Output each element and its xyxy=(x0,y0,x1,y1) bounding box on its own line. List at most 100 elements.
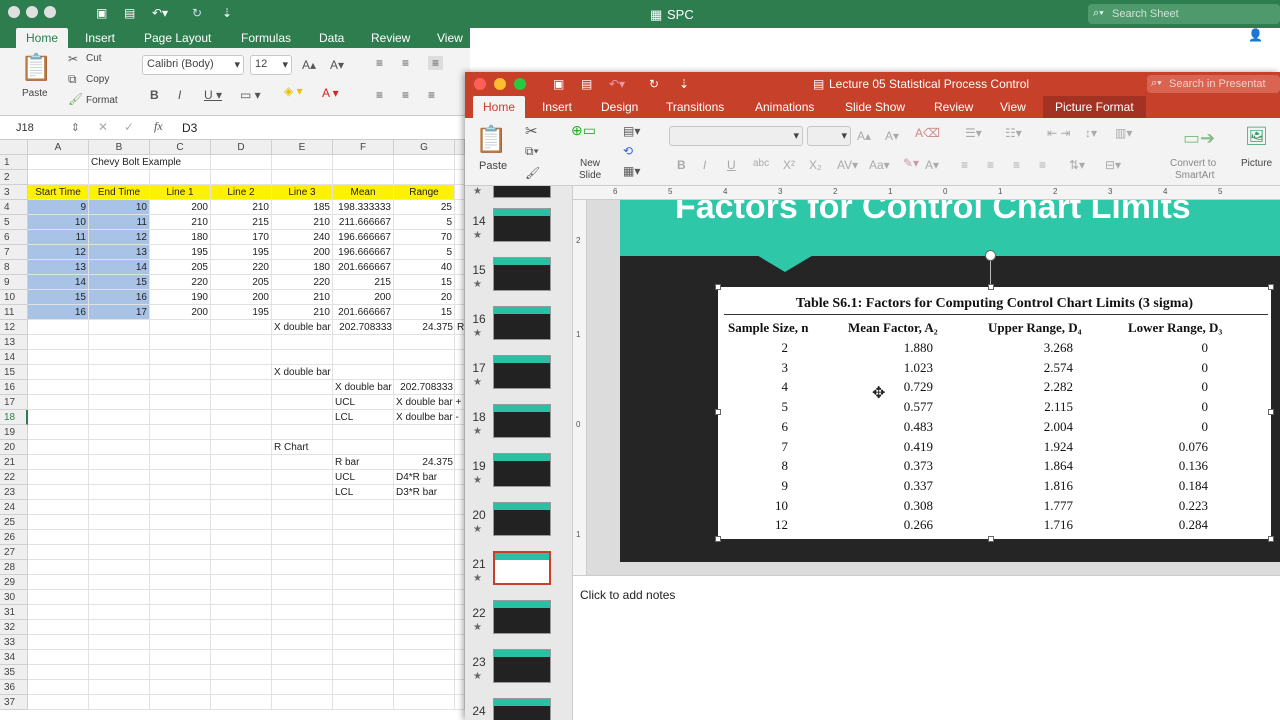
borders-icon[interactable]: ▭ ▾ xyxy=(240,88,261,102)
grid-cell[interactable] xyxy=(28,620,89,635)
font-size-select[interactable]: 12 ▾ xyxy=(250,55,292,75)
grid-cell[interactable] xyxy=(455,260,465,275)
grid-cell[interactable] xyxy=(455,695,465,710)
grid-cell[interactable] xyxy=(150,695,211,710)
font-name-select[interactable]: Calibri (Body) ▾ xyxy=(142,55,244,75)
customize-icon[interactable]: ⇣ xyxy=(679,77,689,91)
data-cell[interactable]: 15 xyxy=(28,290,89,305)
data-cell[interactable]: 195 xyxy=(150,245,211,260)
grid-cell[interactable] xyxy=(272,380,333,395)
grid-cell[interactable] xyxy=(211,590,272,605)
data-cell[interactable]: 200 xyxy=(333,290,394,305)
data-cell[interactable]: 25 xyxy=(394,200,455,215)
grid-cell[interactable] xyxy=(28,440,89,455)
grid-cell[interactable] xyxy=(455,635,465,650)
decrease-font-icon[interactable]: A▾ xyxy=(330,58,344,72)
grid-cell[interactable] xyxy=(211,485,272,500)
grid-cell[interactable] xyxy=(455,470,465,485)
grid-cell[interactable] xyxy=(272,470,333,485)
grid-cell[interactable] xyxy=(28,425,89,440)
slide-thumbnail[interactable] xyxy=(493,257,551,291)
column-header-overflow[interactable] xyxy=(455,140,465,155)
align-left-icon[interactable]: ≡ xyxy=(376,88,383,102)
tab-page-layout[interactable]: Page Layout xyxy=(144,28,211,48)
slide-thumbnail[interactable] xyxy=(493,649,551,683)
grid-cell[interactable] xyxy=(89,170,150,185)
picture-button[interactable]: Picture xyxy=(1241,158,1272,169)
grid-cell[interactable] xyxy=(394,545,455,560)
grid-cell[interactable] xyxy=(150,515,211,530)
grid-cell[interactable] xyxy=(150,410,211,425)
value-cell[interactable]: X double bar xyxy=(333,380,394,395)
data-cell[interactable]: 14 xyxy=(89,260,150,275)
grid-cell[interactable] xyxy=(211,455,272,470)
grid-cell[interactable] xyxy=(333,515,394,530)
grid-cell[interactable] xyxy=(150,170,211,185)
grid-cell[interactable] xyxy=(150,635,211,650)
tab-design[interactable]: Design xyxy=(601,96,638,118)
grid-cell[interactable] xyxy=(272,530,333,545)
grid-cell[interactable] xyxy=(455,545,465,560)
data-cell[interactable]: 15 xyxy=(394,305,455,320)
row-header[interactable]: 25 xyxy=(0,515,28,530)
customize-icon[interactable]: ⇣ xyxy=(222,6,232,20)
slide-thumbnail[interactable] xyxy=(493,404,551,438)
slide-thumbnail-pane[interactable]: ★14★15★16★17★18★19★20★21★22★23★24★ xyxy=(465,186,573,720)
grid-cell[interactable] xyxy=(394,695,455,710)
row-header[interactable]: 12 xyxy=(0,320,28,335)
value-cell[interactable]: 24.375 xyxy=(394,455,455,470)
grid-cell[interactable] xyxy=(272,635,333,650)
grid-cell[interactable] xyxy=(272,650,333,665)
highlight-icon[interactable]: ✎▾ xyxy=(903,156,919,170)
grid-cell[interactable] xyxy=(211,470,272,485)
grid-cell[interactable] xyxy=(28,635,89,650)
scissors-icon[interactable]: ✂ xyxy=(525,122,538,140)
picture-icon[interactable]: 🖼 xyxy=(1245,126,1268,147)
grid-cell[interactable] xyxy=(150,440,211,455)
grid-cell[interactable] xyxy=(333,440,394,455)
grid-cell[interactable] xyxy=(211,515,272,530)
grid-cell[interactable] xyxy=(272,395,333,410)
grid-cell[interactable] xyxy=(89,545,150,560)
grid-cell[interactable] xyxy=(455,530,465,545)
grid-cell[interactable] xyxy=(394,515,455,530)
grid-cell[interactable] xyxy=(333,530,394,545)
grid-cell[interactable] xyxy=(211,440,272,455)
format-painter-icon[interactable]: 🖌 xyxy=(525,166,540,180)
grid-cell[interactable] xyxy=(455,680,465,695)
tab-data[interactable]: Data xyxy=(319,28,344,48)
grid-cell[interactable] xyxy=(272,545,333,560)
column-header[interactable]: G xyxy=(394,140,455,155)
font-size-select[interactable]: ▾ xyxy=(807,126,851,146)
grid-cell[interactable] xyxy=(455,290,465,305)
grid-cell[interactable] xyxy=(89,515,150,530)
font-color-icon[interactable]: A ▾ xyxy=(322,86,339,100)
data-cell[interactable]: 15 xyxy=(394,275,455,290)
redo-icon[interactable]: ↻ xyxy=(649,77,659,91)
justify-icon[interactable]: ≡ xyxy=(1039,158,1046,172)
grid-cell[interactable] xyxy=(272,620,333,635)
minimize-button[interactable] xyxy=(26,6,38,18)
grid-cell[interactable] xyxy=(150,575,211,590)
grid-cell[interactable] xyxy=(455,515,465,530)
grid-cell[interactable] xyxy=(211,575,272,590)
resize-handle[interactable] xyxy=(715,284,721,290)
grid-cell[interactable] xyxy=(272,425,333,440)
row-header[interactable]: 28 xyxy=(0,560,28,575)
data-cell[interactable]: 196.666667 xyxy=(333,245,394,260)
grid-cell[interactable] xyxy=(211,635,272,650)
undo-icon[interactable]: ↶▾ xyxy=(609,77,625,91)
grid-cell[interactable] xyxy=(394,605,455,620)
data-cell[interactable]: 198.333333 xyxy=(333,200,394,215)
header-cell[interactable]: End Time xyxy=(89,185,150,200)
corner-cell[interactable] xyxy=(0,140,28,155)
grid-cell[interactable] xyxy=(455,590,465,605)
grid-cell[interactable] xyxy=(28,320,89,335)
grid-cell[interactable] xyxy=(211,350,272,365)
zoom-button[interactable] xyxy=(44,6,56,18)
data-cell[interactable]: 70 xyxy=(394,230,455,245)
data-cell[interactable]: 210 xyxy=(211,200,272,215)
indent-icon[interactable]: ⇤ ⇥ xyxy=(1047,126,1070,140)
grid-cell[interactable] xyxy=(455,650,465,665)
slide-thumbnail[interactable] xyxy=(493,698,551,720)
